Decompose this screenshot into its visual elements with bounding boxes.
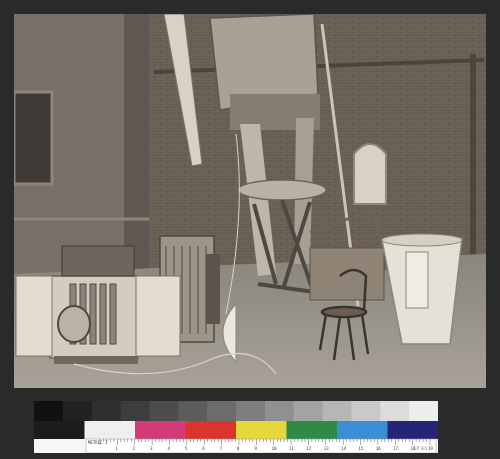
cone-panel <box>405 251 429 309</box>
gray-step-patch <box>409 401 438 421</box>
color-patch <box>236 421 287 439</box>
gray-step-patch <box>207 401 237 421</box>
gray-step-patch <box>236 401 266 421</box>
generator-top <box>61 245 135 277</box>
observatory-photograph <box>14 14 486 388</box>
gray-step-patch <box>34 401 64 421</box>
color-patch-strip <box>34 421 438 439</box>
ruler-number: 11 <box>289 446 294 451</box>
rack-base <box>206 254 220 324</box>
ruler-number: 10 <box>272 446 277 451</box>
gray-step-patch <box>351 401 381 421</box>
gray-step-patch <box>62 401 93 421</box>
color-patch <box>84 421 136 439</box>
left-pillar-shadow <box>124 14 149 274</box>
gray-step-patch <box>149 401 179 421</box>
arched-window <box>353 143 387 205</box>
white-cone-rim <box>381 233 463 247</box>
gray-step-patch <box>322 401 352 421</box>
color-target: 1 2 3 4 5 6 7 8 9 10 11 12 13 14 15 16 17 18 19 METRIC 1 C… <box>34 401 438 453</box>
pillar-window <box>14 90 54 186</box>
ruler-number: 17 <box>393 446 398 451</box>
gray-step-patch <box>380 401 410 421</box>
catalog-number: CP 3/4 <box>414 446 427 451</box>
generator-door-left <box>15 275 53 357</box>
color-patch <box>34 421 85 439</box>
color-patch <box>135 421 186 439</box>
color-patch <box>387 421 438 439</box>
measurement-ruler <box>85 438 437 453</box>
gray-step-patch <box>178 401 208 421</box>
ruler-number: 19 <box>428 446 433 451</box>
ruler-number: 16 <box>376 446 381 451</box>
gray-step-patch <box>264 401 295 421</box>
telescope-ring <box>237 179 327 201</box>
gray-step-patch <box>293 401 324 421</box>
ruler-number: 13 <box>324 446 329 451</box>
generator-door-right <box>135 275 181 357</box>
color-patch <box>337 421 388 439</box>
color-patch <box>286 421 338 439</box>
gray-step-patch <box>120 401 150 421</box>
right-post <box>470 54 476 254</box>
gray-scale-strip <box>34 401 438 421</box>
color-patch <box>185 421 237 439</box>
ruler-number: 15 <box>359 446 364 451</box>
generator-plinth <box>54 356 138 364</box>
cabinet <box>309 247 385 301</box>
generator-wheel <box>57 305 91 343</box>
ruler-number: 12 <box>306 446 311 451</box>
gray-step-patch <box>91 401 122 421</box>
ruler-brand-label: METRIC 1 <box>88 440 108 445</box>
ruler-number: 14 <box>341 446 346 451</box>
